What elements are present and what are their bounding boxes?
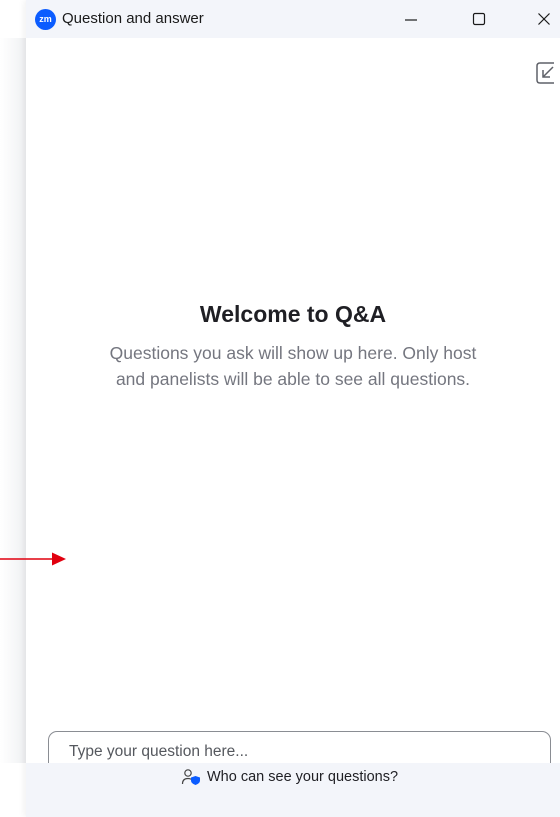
welcome-description: Questions you ask will show up here. Onl…: [109, 343, 477, 389]
welcome-title: Welcome to Q&A: [199, 301, 387, 327]
user-shield-icon: [181, 769, 200, 785]
minimize-icon: [405, 19, 417, 21]
who-can-see-link[interactable]: Who can see your questions?: [181, 766, 398, 788]
qa-window: zm Question and answer Welcome to Q&A Qu…: [26, 0, 560, 817]
zoom-logo-icon: zm: [35, 9, 56, 30]
close-icon: [538, 13, 550, 25]
who-can-see-label: Who can see your questions?: [207, 769, 399, 785]
title-bar[interactable]: zm Question and answer: [26, 0, 560, 38]
close-button[interactable]: [521, 0, 560, 38]
popout-button[interactable]: [534, 61, 560, 85]
window-title: Question and answer: [62, 10, 204, 27]
welcome-panel: Welcome to Q&A Questions you ask will sh…: [26, 296, 560, 392]
maximize-icon: [472, 12, 486, 26]
page: zm Question and answer Welcome to Q&A Qu…: [0, 0, 560, 817]
annotation-arrow-icon: [0, 552, 66, 566]
popout-icon: [536, 62, 554, 84]
maximize-button[interactable]: [456, 0, 502, 38]
minimize-button[interactable]: [388, 0, 434, 38]
desktop-shadow: [0, 38, 26, 763]
